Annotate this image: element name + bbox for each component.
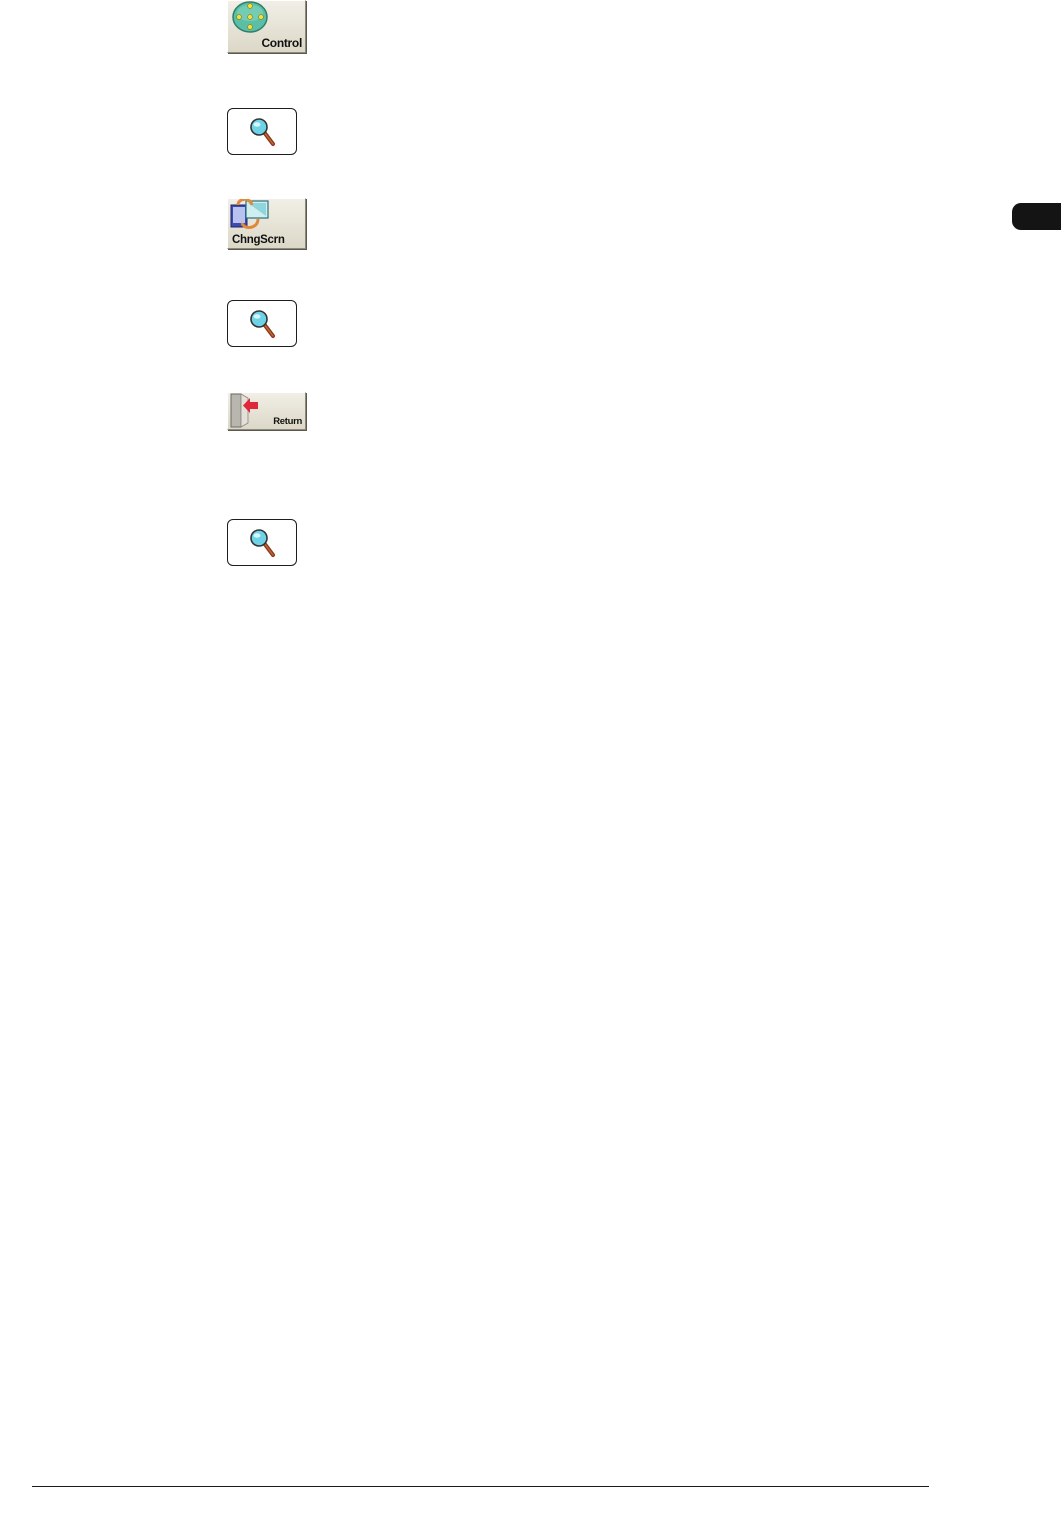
magnifier-icon: [250, 118, 275, 146]
return-button-label: Return: [273, 416, 302, 427]
return-button[interactable]: Return: [227, 392, 306, 430]
magnifier-icon: [250, 529, 275, 557]
control-button-label: Control: [261, 36, 302, 50]
magnifier-button[interactable]: [227, 108, 297, 155]
change-screen-button-label: ChngScrn: [232, 234, 285, 246]
magnifier-button[interactable]: [227, 519, 297, 566]
control-button[interactable]: Control: [227, 0, 306, 53]
return-arrow-icon: [228, 393, 262, 429]
chapter-tab: [1012, 203, 1061, 230]
magnifier-icon: [250, 310, 275, 338]
footer-rule: [32, 1486, 929, 1487]
change-screen-button[interactable]: ChngScrn: [227, 198, 306, 249]
magnifier-button[interactable]: [227, 300, 297, 347]
